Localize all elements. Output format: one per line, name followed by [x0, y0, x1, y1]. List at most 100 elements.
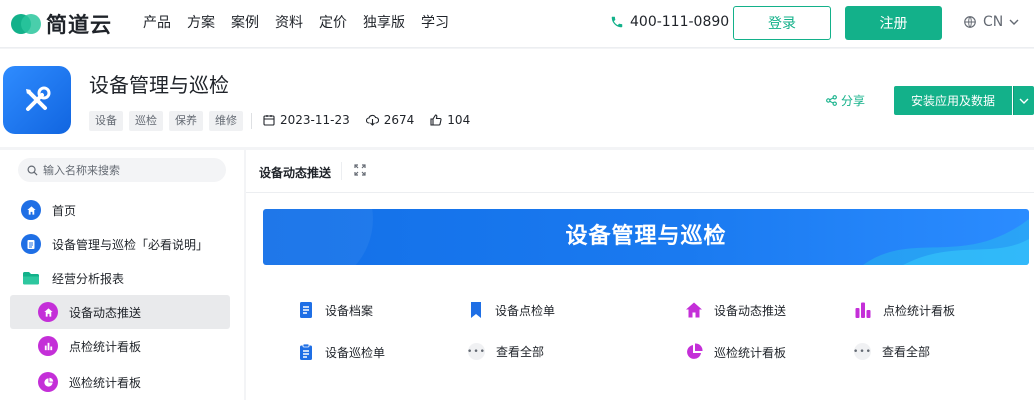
app-tags: 设备 巡检 保养 维修	[89, 111, 249, 131]
app-title: 设备管理与巡检	[89, 73, 229, 97]
main-nav: 产品 方案 案例 资料 定价 独享版 学习	[143, 13, 465, 33]
sidebar-item-reports-folder[interactable]: 经营分析报表	[21, 261, 124, 295]
tile-patrol-board[interactable]: 巡检统计看板	[685, 343, 786, 361]
tab-dynamic-push[interactable]: 设备动态推送	[259, 164, 331, 181]
banner-title: 设备管理与巡检	[565, 224, 727, 249]
nav-link-resources[interactable]: 资料	[275, 13, 303, 33]
tile-view-all[interactable]: ••• 查看全部	[467, 343, 545, 360]
like-count[interactable]: 104	[430, 113, 470, 127]
sidebar-item-patrol-board[interactable]: 巡检统计看板	[38, 365, 141, 399]
sidebar-item-label: 首页	[52, 203, 77, 218]
tag[interactable]: 设备	[89, 111, 123, 131]
logo-mark-icon	[11, 14, 41, 34]
tile-spot-check-board[interactable]: 点检统计看板	[854, 301, 955, 319]
nav-link-solutions[interactable]: 方案	[187, 13, 215, 33]
date-text: 2023-11-23	[280, 113, 350, 127]
globe-icon	[964, 16, 976, 28]
login-button[interactable]: 登录	[733, 6, 831, 40]
bar-chart-icon	[855, 302, 871, 318]
folder-icon	[21, 268, 41, 288]
fullscreen-icon[interactable]	[354, 164, 366, 176]
cloud-download-icon	[365, 114, 379, 126]
more-icon: •••	[853, 343, 871, 360]
tile-label: 查看全部	[882, 345, 931, 359]
content-panel: 设备动态推送 设备管理与巡检 设备档案 设备点检单 设备动态推送 点检统计看板 …	[246, 150, 1034, 400]
nav-link-private[interactable]: 独享版	[363, 13, 405, 33]
tools-icon	[26, 86, 51, 111]
app-header: 设备管理与巡检 设备 巡检 保养 维修 2023-11-23 2674 104 …	[0, 49, 1034, 147]
sidebar-item-label: 经营分析报表	[52, 271, 125, 286]
tab-bar: 设备动态推送	[246, 150, 1034, 193]
tag[interactable]: 保养	[169, 111, 203, 131]
install-dropdown-button[interactable]	[1013, 86, 1034, 115]
bar-chart-icon	[38, 336, 58, 356]
sidebar-item-home[interactable]: 首页	[21, 193, 76, 227]
phone-contact: 400-111-0890	[610, 14, 729, 30]
sidebar-item-label: 巡检统计看板	[69, 375, 142, 390]
language-label: CN	[983, 14, 1004, 30]
download-count: 2674	[365, 113, 415, 127]
download-text: 2674	[383, 113, 415, 127]
share-icon	[826, 95, 837, 106]
share-button[interactable]: 分享	[826, 92, 865, 109]
search-icon	[27, 165, 38, 176]
install-app-button[interactable]: 安装应用及数据	[894, 86, 1012, 115]
phone-icon	[611, 16, 623, 28]
document-icon	[21, 234, 41, 254]
clipboard-icon	[300, 343, 312, 360]
sidebar-item-label: 设备动态推送	[69, 305, 142, 320]
tile-equipment-archive[interactable]: 设备档案	[298, 301, 373, 319]
tile-label: 设备巡检单	[325, 345, 386, 360]
thumbs-up-icon	[430, 114, 442, 126]
like-text: 104	[447, 113, 471, 127]
calendar-icon	[263, 115, 275, 126]
tile-label: 设备点检单	[495, 303, 556, 318]
sidebar-item-dynamic-push[interactable]: 设备动态推送	[10, 295, 230, 329]
nav-link-product[interactable]: 产品	[143, 13, 171, 33]
tile-dynamic-push[interactable]: 设备动态推送	[685, 301, 786, 319]
tile-label: 查看全部	[496, 345, 545, 359]
tile-patrol-form[interactable]: 设备巡检单	[298, 343, 385, 361]
home-icon	[686, 302, 702, 318]
divider	[251, 113, 252, 129]
tile-view-all[interactable]: ••• 查看全部	[853, 343, 931, 360]
sidebar-item-label: 设备管理与巡检「必看说明」	[52, 237, 209, 252]
tile-label: 设备档案	[325, 303, 374, 318]
chevron-down-icon	[1019, 98, 1029, 104]
sidebar-item-guide[interactable]: 设备管理与巡检「必看说明」	[21, 227, 208, 261]
pie-chart-icon	[38, 372, 58, 392]
bookmark-icon	[471, 302, 481, 318]
home-icon	[21, 200, 41, 220]
register-button[interactable]: 注册	[845, 6, 942, 40]
more-icon: •••	[467, 343, 485, 360]
tile-label: 巡检统计看板	[714, 345, 787, 360]
nav-link-learn[interactable]: 学习	[421, 13, 449, 33]
top-navbar: 简道云 产品 方案 案例 资料 定价 独享版 学习 400-111-0890 登…	[0, 0, 1034, 48]
form-document-icon	[300, 302, 312, 318]
publish-date: 2023-11-23	[263, 113, 350, 127]
app-icon	[3, 66, 71, 134]
pie-chart-icon	[687, 343, 703, 359]
language-selector[interactable]: CN	[963, 14, 1025, 30]
chevron-down-icon	[1009, 19, 1019, 25]
app-meta: 2023-11-23 2674 104	[263, 113, 486, 127]
logo[interactable]: 简道云	[10, 11, 112, 37]
sidebar-search[interactable]	[18, 158, 226, 182]
nav-link-cases[interactable]: 案例	[231, 13, 259, 33]
logo-text: 简道云	[46, 13, 112, 37]
tag[interactable]: 巡检	[129, 111, 163, 131]
share-label: 分享	[841, 94, 866, 108]
sidebar: 首页 设备管理与巡检「必看说明」 经营分析报表 设备动态推送 点检统计看板 巡检…	[0, 150, 244, 400]
tile-spot-check-form[interactable]: 设备点检单	[468, 301, 555, 319]
dashboard-banner: 设备管理与巡检	[263, 209, 1029, 265]
nav-link-pricing[interactable]: 定价	[319, 13, 347, 33]
tile-label: 点检统计看板	[883, 303, 956, 318]
tile-label: 设备动态推送	[714, 303, 787, 318]
phone-number: 400-111-0890	[630, 14, 730, 30]
search-input[interactable]	[43, 163, 213, 177]
home-icon	[38, 302, 58, 322]
divider	[341, 162, 342, 180]
sidebar-item-spot-check-board[interactable]: 点检统计看板	[38, 329, 141, 363]
sidebar-item-label: 点检统计看板	[69, 339, 142, 354]
tag[interactable]: 维修	[209, 111, 243, 131]
